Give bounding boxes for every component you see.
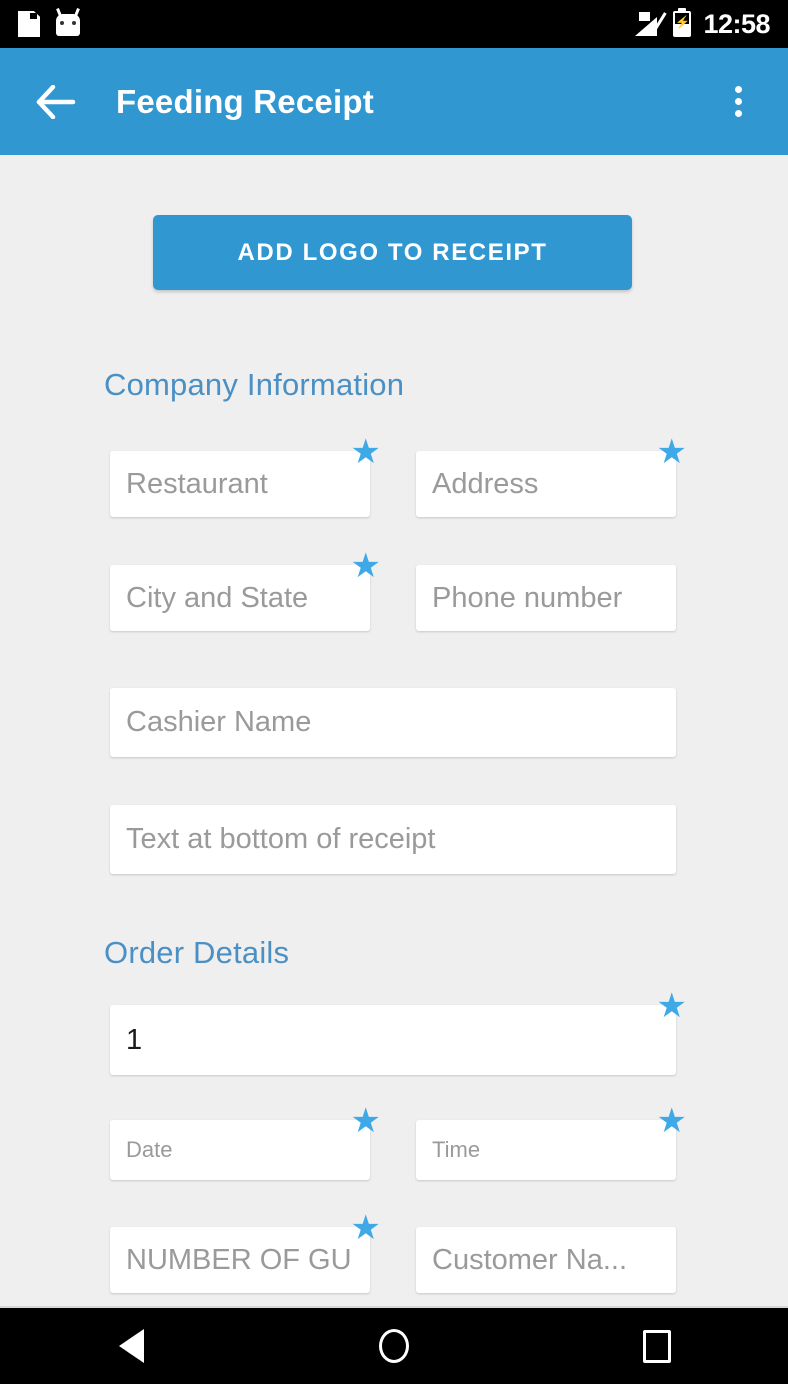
android-navigation-bar: [0, 1306, 788, 1384]
app-bar: Feeding Receipt: [0, 48, 788, 155]
form-scroll-area[interactable]: ADD LOGO TO RECEIPT Company Information …: [0, 155, 788, 1306]
section-header-order-details: Order Details: [104, 935, 290, 970]
bottom-text-field[interactable]: Text at bottom of receipt: [110, 805, 676, 874]
required-star-icon: ★: [350, 547, 381, 585]
add-logo-to-receipt-button[interactable]: ADD LOGO TO RECEIPT: [153, 215, 632, 290]
number-of-guests-field-placeholder: NUMBER OF GU: [126, 1243, 352, 1276]
back-arrow-icon[interactable]: [30, 76, 82, 128]
required-star-icon: ★: [350, 1209, 381, 1247]
android-robot-icon: [56, 14, 80, 36]
cashier-name-field[interactable]: Cashier Name: [110, 688, 676, 757]
bottom-text-field-placeholder: Text at bottom of receipt: [126, 823, 436, 855]
required-star-icon: ★: [656, 433, 687, 471]
nav-home-icon[interactable]: [349, 1307, 439, 1384]
page-title: Feeding Receipt: [116, 82, 374, 120]
required-star-icon: ★: [350, 1102, 381, 1140]
date-field[interactable]: Date ★: [110, 1104, 381, 1180]
signal-strength-icon: [635, 12, 668, 36]
section-header-company-information: Company Information: [104, 367, 405, 402]
order-number-field-value: 1: [126, 1023, 143, 1056]
status-bar-notifications: [18, 11, 80, 37]
address-field-placeholder: Address: [432, 467, 539, 500]
status-bar-clock: 12:58: [703, 8, 770, 39]
number-of-guests-field[interactable]: NUMBER OF GU ★: [110, 1211, 381, 1293]
required-star-icon: ★: [656, 1102, 687, 1140]
restaurant-field-placeholder: Restaurant: [126, 467, 268, 500]
phone-number-field[interactable]: Phone number: [416, 565, 676, 631]
customer-name-field-placeholder: Customer Na...: [432, 1243, 627, 1276]
nav-recents-icon[interactable]: [612, 1307, 702, 1384]
city-and-state-field-placeholder: City and State: [126, 581, 309, 614]
phone-number-field-placeholder: Phone number: [432, 581, 623, 614]
time-field-placeholder: Time: [432, 1137, 481, 1162]
battery-charging-icon: ⚡: [673, 11, 692, 37]
status-bar: ⚡ 12:58: [0, 0, 788, 48]
required-star-icon: ★: [656, 987, 687, 1025]
cashier-name-field-placeholder: Cashier Name: [126, 706, 312, 738]
phone-screen: ⚡ 12:58 Feeding Receipt ADD LOGO TO RECE…: [0, 0, 788, 1384]
date-field-placeholder: Date: [126, 1137, 173, 1162]
city-and-state-field[interactable]: City and State ★: [110, 549, 381, 631]
required-star-icon: ★: [350, 433, 381, 471]
sd-card-icon: [18, 11, 40, 37]
overflow-menu-icon[interactable]: [714, 74, 762, 130]
restaurant-field[interactable]: Restaurant ★: [110, 435, 381, 517]
customer-name-field[interactable]: Customer Na...: [416, 1227, 676, 1293]
status-bar-system: ⚡ 12:58: [635, 9, 770, 40]
order-number-field[interactable]: 1 ★: [110, 989, 687, 1075]
nav-back-icon[interactable]: [86, 1307, 176, 1384]
address-field[interactable]: Address ★: [416, 435, 687, 517]
time-field[interactable]: Time ★: [416, 1104, 687, 1180]
